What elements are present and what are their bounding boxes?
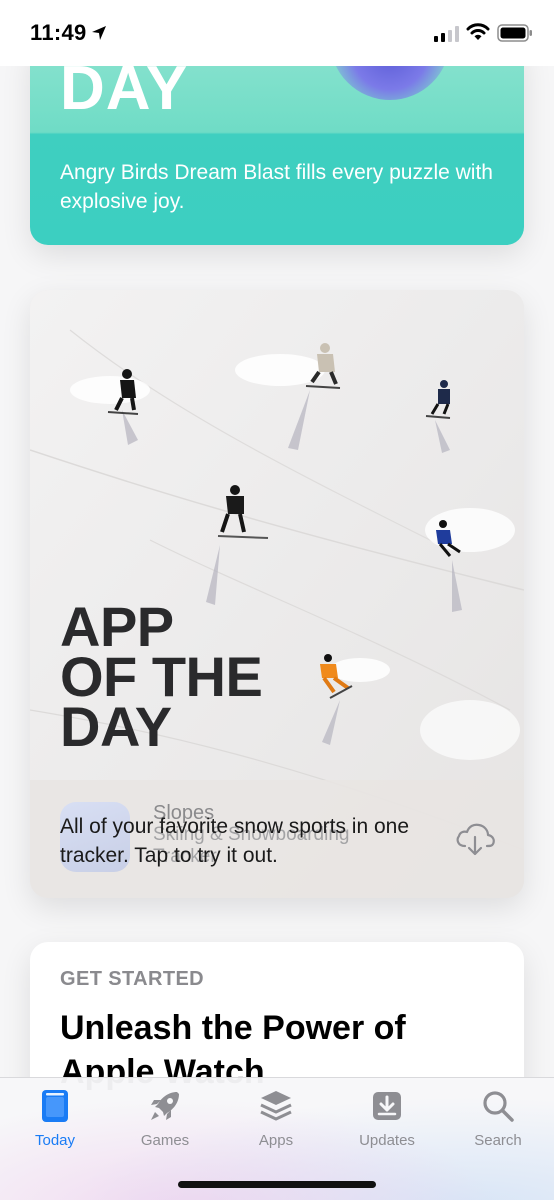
wifi-icon bbox=[466, 23, 490, 40]
card-description: Angry Birds Dream Blast fills every puzz… bbox=[60, 161, 493, 213]
tab-label: Games bbox=[140, 1132, 190, 1149]
heading-line: DAY bbox=[60, 695, 172, 758]
rocket-icon bbox=[151, 1092, 179, 1120]
tab-label: Search bbox=[474, 1132, 522, 1149]
cellular-signal-icon bbox=[434, 26, 459, 42]
tab-apps[interactable]: Apps bbox=[221, 1078, 331, 1168]
home-indicator[interactable] bbox=[178, 1181, 376, 1188]
status-time: 11:49 bbox=[30, 20, 87, 45]
tab-search[interactable]: Search bbox=[443, 1078, 553, 1168]
today-icon bbox=[42, 1090, 68, 1122]
card-description: All of your favorite snow sports in one … bbox=[60, 815, 410, 867]
location-arrow-icon bbox=[92, 26, 106, 40]
card-eyebrow: GET STARTED bbox=[60, 968, 205, 990]
app-of-the-day-card[interactable]: APP OF THE DAY Slopes Skiing & Snowboard… bbox=[30, 290, 524, 898]
tab-label: Updates bbox=[359, 1132, 415, 1149]
magnifier-icon bbox=[483, 1091, 514, 1122]
card-footer: Slopes Skiing & Snowboarding Tracker All… bbox=[30, 780, 524, 898]
tab-today[interactable]: Today bbox=[0, 1078, 110, 1168]
tab-label: Today bbox=[34, 1132, 76, 1149]
tab-label: Apps bbox=[258, 1132, 294, 1149]
card-heading: DAY bbox=[60, 54, 189, 123]
tab-games[interactable]: Games bbox=[110, 1078, 220, 1168]
app-of-the-day-heading: APP OF THE DAY bbox=[60, 599, 263, 758]
cloud-download-icon[interactable] bbox=[454, 820, 496, 858]
story-card-angry-birds[interactable]: DAY Angry Birds Dream Blast fills every … bbox=[30, 40, 524, 245]
download-tray-icon bbox=[373, 1092, 401, 1120]
battery-icon bbox=[497, 24, 532, 42]
tab-bar: Today Games Apps Updates Search bbox=[0, 1077, 554, 1200]
tab-updates[interactable]: Updates bbox=[332, 1078, 442, 1168]
layers-icon bbox=[260, 1091, 292, 1121]
status-bar: 11:49 bbox=[0, 0, 554, 66]
